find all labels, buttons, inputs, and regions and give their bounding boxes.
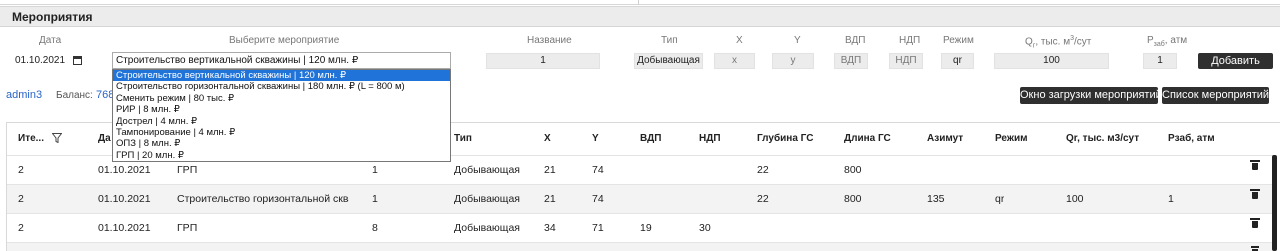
cell-date: 01.10.2021 [98,164,151,176]
cell-azimuth: 135 [927,193,945,205]
col-header-mode[interactable]: Режим [995,133,1028,144]
cell-event: ГРП [177,222,198,234]
mode-label: Режим [943,35,974,46]
cell-type: Добывающая [454,222,520,234]
cell-type: Добывающая [454,193,520,205]
trash-icon[interactable] [1250,160,1260,170]
cell-y: 74 [592,193,604,205]
q-field[interactable]: 100 [994,53,1109,69]
panel-title: Мероприятия [12,10,93,24]
name-label: Название [527,35,572,46]
q-label: Qг, тыс. м3/сут [1025,35,1092,50]
x-field[interactable]: x [714,53,755,69]
cell-name: 1 [372,164,378,176]
trash-icon[interactable] [1250,189,1260,199]
trash-icon[interactable] [1251,246,1259,251]
ndp-field[interactable]: НДП [889,53,923,69]
col-header-iteration[interactable]: Ите... [18,133,44,144]
col-header-y[interactable]: Y [592,133,599,144]
col-header-date[interactable]: Да [98,133,111,144]
top-strip [0,0,1280,5]
cell-type: Добывающая [454,164,520,176]
col-header-p[interactable]: Рзаб, атм [1168,133,1215,144]
cell-date: 01.10.2021 [98,193,151,205]
cell-event: ГРП [177,164,198,176]
x-label: X [736,35,743,46]
date-input[interactable]: 01.10.2021 [15,53,83,69]
col-header-x[interactable]: X [544,133,551,144]
col-header-type[interactable]: Тип [454,133,472,144]
cell-iteration: 2 [18,222,24,234]
cell-name: 1 [372,193,378,205]
filter-icon[interactable] [52,133,62,143]
vdp-field[interactable]: ВДП [834,53,868,69]
date-label: Дата [39,35,62,46]
username-link[interactable]: admin3 [6,89,42,101]
col-header-depth[interactable]: Глубина ГС [757,133,813,144]
cell-event: Строительство горизонтальной сква... [177,193,349,205]
cell-length: 800 [844,164,862,176]
p-label: Pзаб, атм [1147,35,1188,48]
cell-length: 800 [844,193,862,205]
type-label: Тип [661,35,678,46]
cell-ndp: 30 [699,222,711,234]
table-row[interactable] [7,242,1274,251]
ndp-label: НДП [899,35,921,46]
cell-depth: 22 [757,164,769,176]
cell-y: 74 [592,164,604,176]
events-list-button[interactable]: Список мероприятий [1162,87,1269,104]
dropdown-option[interactable]: ГРП | 20 млн. ₽ [113,150,450,161]
dropdown-option[interactable]: Сменить режим | 80 тыс. ₽ [113,93,450,104]
cell-vdp: 19 [640,222,652,234]
dropdown-option[interactable]: Строительство горизонтальной скважины | … [113,81,450,92]
col-header-ndp[interactable]: НДП [699,133,721,144]
cell-name: 8 [372,222,378,234]
balance-label: Баланс: [56,90,93,101]
upload-window-button[interactable]: Окно загрузки мероприятий [1020,87,1162,104]
calendar-icon[interactable] [73,56,82,65]
cell-x: 21 [544,193,556,205]
dropdown-option[interactable]: Тампонирование | 4 млн. ₽ [113,127,450,138]
cell-q: 100 [1066,193,1084,205]
dropdown-option[interactable]: Дострел | 4 млн. ₽ [113,116,450,127]
table-scrollbar[interactable] [1272,155,1277,251]
col-header-vdp[interactable]: ВДП [640,133,661,144]
cell-y: 71 [592,222,604,234]
dropdown-option[interactable]: ОПЗ | 8 млн. ₽ [113,138,450,149]
cell-date: 01.10.2021 [98,222,151,234]
panel-header: Мероприятия [0,6,1280,27]
event-select-label: Выберите мероприятие [229,35,340,46]
y-label: Y [794,35,801,46]
mode-field[interactable]: qr [941,53,974,69]
cell-depth: 22 [757,193,769,205]
trash-icon[interactable] [1250,218,1260,228]
event-select[interactable]: Строительство вертикальной скважины | 12… [112,52,451,69]
cell-mode: qr [995,193,1005,205]
col-header-azimuth[interactable]: Азимут [927,133,963,144]
cell-iteration: 2 [18,193,24,205]
dropdown-option[interactable]: РИР | 8 млн. ₽ [113,104,450,115]
col-header-length[interactable]: Длина ГС [844,133,891,144]
cell-x: 21 [544,164,556,176]
dropdown-option[interactable]: Строительство вертикальной скважины | 12… [113,70,450,82]
y-field[interactable]: y [772,53,814,69]
cell-iteration: 2 [18,164,24,176]
name-field[interactable]: 1 [486,53,600,69]
type-field[interactable]: Добывающая [634,53,703,69]
cell-p: 1 [1168,193,1174,205]
add-button[interactable]: Добавить [1198,53,1273,69]
cell-x: 34 [544,222,556,234]
p-field[interactable]: 1 [1143,53,1177,69]
col-header-q[interactable]: Qr, тыс. м3/сут [1066,133,1139,144]
vdp-label: ВДП [845,35,866,46]
event-dropdown-list[interactable]: Строительство вертикальной скважины | 12… [112,69,451,162]
